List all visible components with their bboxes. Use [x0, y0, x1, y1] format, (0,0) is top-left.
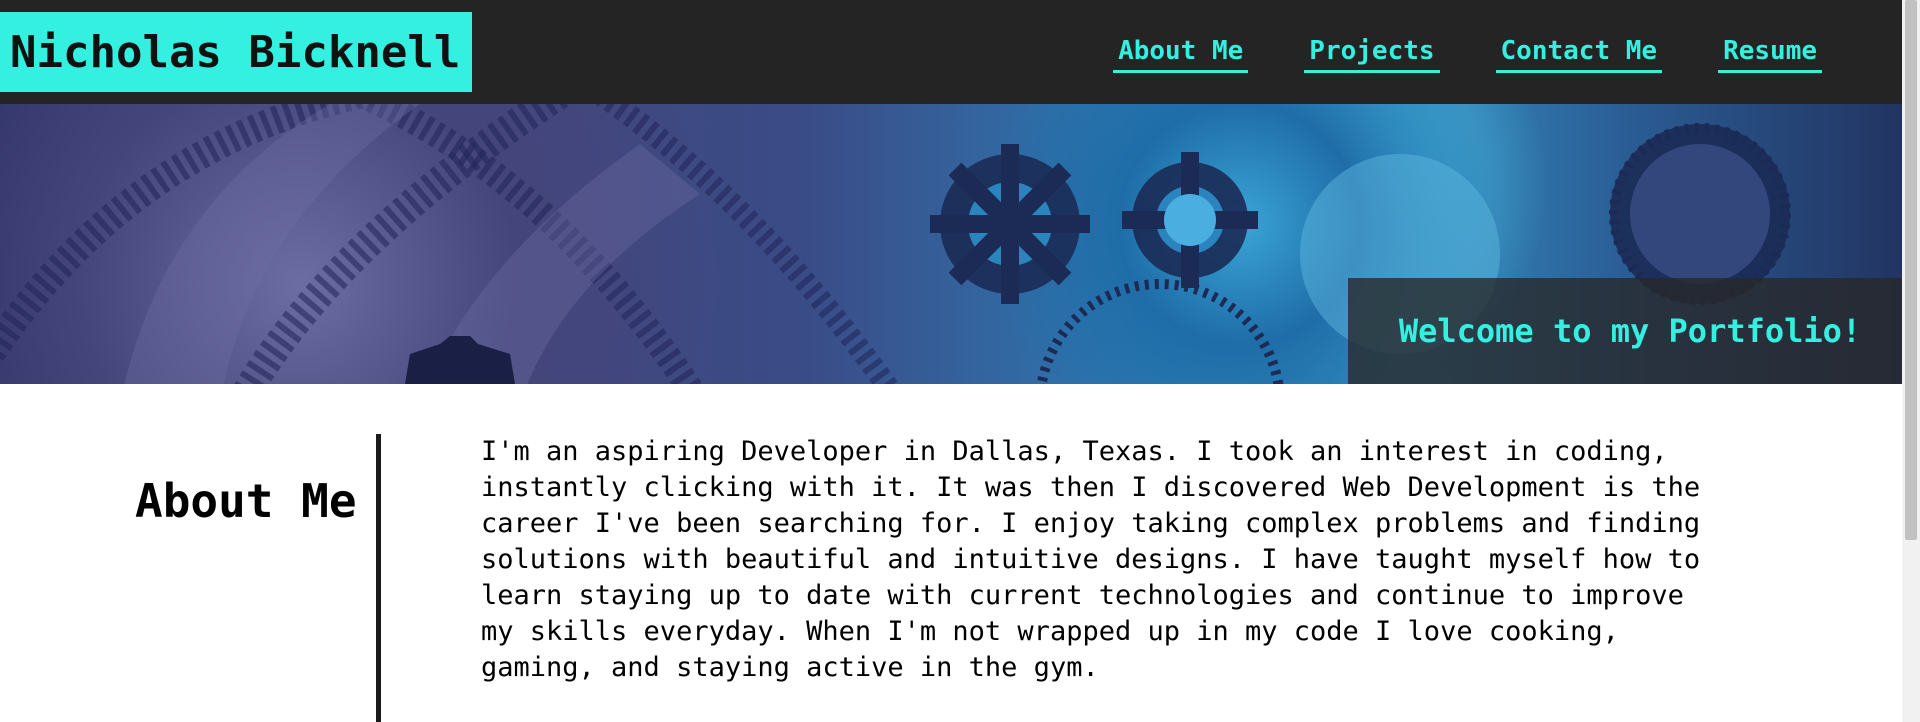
nav-link-about-me[interactable]: About Me — [1113, 36, 1249, 73]
section-divider — [376, 434, 381, 722]
scrollbar-thumb[interactable] — [1905, 0, 1917, 540]
site-header: Nicholas Bicknell About Me Projects Cont… — [0, 0, 1902, 104]
welcome-text: Welcome to my Portfolio! — [1398, 312, 1862, 350]
about-line: gaming, and staying active in the gym. — [481, 652, 1099, 683]
brand-name: Nicholas Bicknell — [10, 26, 461, 78]
portfolio-page: Nicholas Bicknell About Me Projects Cont… — [0, 0, 1920, 722]
welcome-banner: Welcome to my Portfolio! — [1348, 278, 1902, 384]
about-me-text: I'm an aspiring Developer in Dallas, Tex… — [481, 434, 1721, 686]
about-line: career I've been searching for. I enjoy … — [481, 508, 1701, 539]
about-line: learn staying up to date with current te… — [481, 580, 1684, 611]
nav-link-projects[interactable]: Projects — [1304, 36, 1440, 73]
brand-logo[interactable]: Nicholas Bicknell — [0, 12, 473, 92]
main-nav: About Me Projects Contact Me Resume — [1113, 36, 1822, 73]
about-line: solutions with beautiful and intuitive d… — [481, 544, 1701, 575]
about-me-heading: About Me — [135, 474, 357, 529]
vertical-scrollbar[interactable] — [1902, 0, 1920, 722]
about-line: my skills everyday. When I'm not wrapped… — [481, 616, 1619, 647]
about-line: I'm an aspiring Developer in Dallas, Tex… — [481, 436, 1668, 467]
hero-banner: Welcome to my Portfolio! — [0, 104, 1902, 384]
about-line: instantly clicking with it. It was then … — [481, 472, 1701, 503]
nav-link-resume[interactable]: Resume — [1718, 36, 1822, 73]
nav-link-contact-me[interactable]: Contact Me — [1495, 36, 1663, 73]
